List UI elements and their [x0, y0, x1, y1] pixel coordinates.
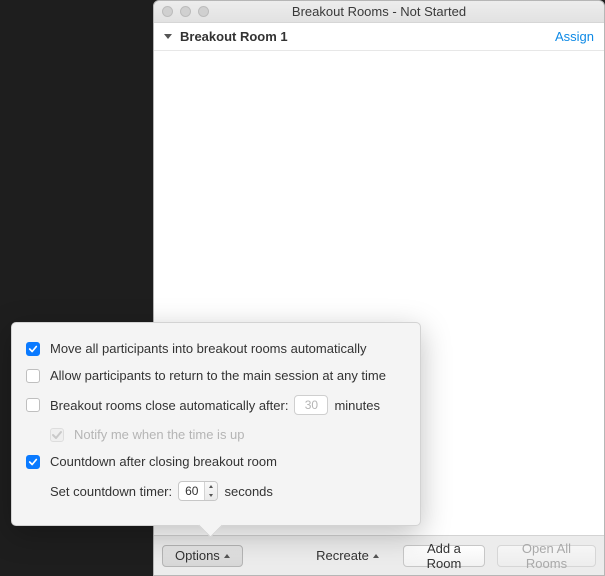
- add-room-button[interactable]: Add a Room: [403, 545, 485, 567]
- checkbox-disabled-icon: [50, 428, 64, 442]
- option-notify: Notify me when the time is up: [26, 427, 406, 442]
- options-popover: Move all participants into breakout room…: [11, 322, 421, 526]
- titlebar: Breakout Rooms - Not Started: [154, 1, 604, 23]
- option-auto-close-prefix: Breakout rooms close automatically after…: [50, 398, 288, 413]
- chevron-down-icon: [209, 494, 213, 497]
- zoom-window-button[interactable]: [198, 6, 209, 17]
- stepper-arrows[interactable]: [204, 482, 217, 500]
- option-auto-close-suffix: minutes: [334, 398, 380, 413]
- option-allow-return-label: Allow participants to return to the main…: [50, 368, 386, 383]
- recreate-button[interactable]: Recreate: [304, 545, 391, 567]
- room-header: Breakout Room 1 Assign: [154, 23, 604, 51]
- recreate-button-label: Recreate: [316, 548, 369, 563]
- option-countdown-timer: Set countdown timer: 60 seconds: [26, 481, 406, 501]
- countdown-timer-suffix: seconds: [224, 484, 272, 499]
- option-auto-close[interactable]: Breakout rooms close automatically after…: [26, 395, 406, 415]
- auto-close-minutes-input[interactable]: 30: [294, 395, 328, 415]
- disclosure-triangle-icon[interactable]: [164, 34, 172, 39]
- window-controls: [154, 6, 209, 17]
- chevron-up-icon: [224, 554, 230, 558]
- checkbox-checked-icon[interactable]: [26, 342, 40, 356]
- option-countdown[interactable]: Countdown after closing breakout room: [26, 454, 406, 469]
- countdown-seconds-value: 60: [179, 482, 204, 500]
- checkbox-unchecked-icon[interactable]: [26, 398, 40, 412]
- option-allow-return[interactable]: Allow participants to return to the main…: [26, 368, 406, 383]
- option-countdown-label: Countdown after closing breakout room: [50, 454, 277, 469]
- options-button-label: Options: [175, 548, 220, 563]
- checkbox-checked-icon[interactable]: [26, 455, 40, 469]
- option-notify-label: Notify me when the time is up: [74, 427, 245, 442]
- option-auto-move[interactable]: Move all participants into breakout room…: [26, 341, 406, 356]
- room-name-label: Breakout Room 1: [180, 29, 555, 44]
- options-button[interactable]: Options: [162, 545, 243, 567]
- checkbox-unchecked-icon[interactable]: [26, 369, 40, 383]
- close-window-button[interactable]: [162, 6, 173, 17]
- assign-link[interactable]: Assign: [555, 29, 594, 44]
- chevron-up-icon: [209, 485, 213, 488]
- countdown-timer-prefix: Set countdown timer:: [50, 484, 172, 499]
- add-room-button-label: Add a Room: [416, 541, 472, 571]
- open-all-rooms-button-label: Open All Rooms: [510, 541, 583, 571]
- minimize-window-button[interactable]: [180, 6, 191, 17]
- countdown-seconds-stepper[interactable]: 60: [178, 481, 218, 501]
- window-title: Breakout Rooms - Not Started: [154, 4, 604, 19]
- option-auto-move-label: Move all participants into breakout room…: [50, 341, 366, 356]
- open-all-rooms-button: Open All Rooms: [497, 545, 596, 567]
- footer-toolbar: Options Recreate Add a Room Open All Roo…: [154, 535, 604, 575]
- chevron-up-icon: [373, 554, 379, 558]
